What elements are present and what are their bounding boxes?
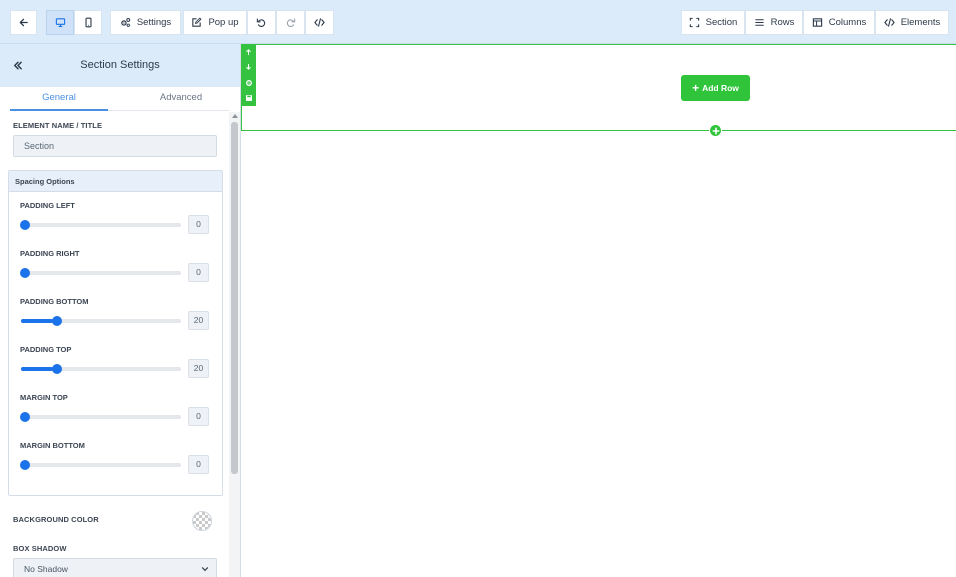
slider-label: MARGIN TOP	[20, 393, 68, 402]
slider-fill	[21, 367, 53, 371]
add-row-label: Add Row	[702, 83, 739, 93]
settings-sidebar: Section Settings General Advanced ELEMEN…	[0, 44, 241, 577]
arrow-left-icon	[19, 18, 28, 27]
slider-track[interactable]	[21, 316, 181, 326]
slider-value-input[interactable]: 0	[188, 263, 209, 282]
slider-track[interactable]	[20, 412, 181, 422]
columns-button[interactable]: Columns	[803, 10, 875, 35]
redo-button[interactable]	[276, 10, 305, 35]
slider-label: PADDING BOTTOM	[20, 297, 89, 306]
mobile-view-button[interactable]	[74, 10, 102, 35]
box-shadow-select[interactable]: No Shadow	[13, 558, 217, 577]
rows-icon	[754, 19, 764, 26]
slider-label: PADDING RIGHT	[20, 249, 80, 258]
slider-label: PADDING LEFT	[20, 201, 75, 210]
plus-icon: +	[692, 81, 700, 95]
plus-circle-icon	[712, 127, 719, 134]
code-icon	[314, 18, 325, 27]
sidebar-header: Section Settings	[0, 44, 240, 87]
slider-track[interactable]	[20, 460, 181, 470]
slider-label: PADDING TOP	[20, 345, 72, 354]
desktop-icon	[55, 18, 65, 27]
element-name-label: ELEMENT NAME / TITLE	[13, 121, 103, 130]
columns-icon	[812, 18, 822, 27]
arrow-down-icon	[246, 63, 251, 70]
slider-knob[interactable]	[52, 364, 62, 374]
save-icon	[245, 94, 252, 101]
slider-knob[interactable]	[52, 316, 62, 326]
save-section-button[interactable]	[241, 90, 256, 105]
slider-knob[interactable]	[20, 268, 30, 278]
elements-button[interactable]: Elements	[875, 10, 949, 35]
section-toolbar	[241, 44, 256, 106]
popup-label: Pop up	[208, 17, 239, 28]
columns-label: Columns	[828, 17, 867, 28]
tab-general[interactable]: General	[10, 88, 108, 111]
add-row-button[interactable]: + Add Row	[681, 75, 750, 101]
redo-icon	[286, 18, 296, 27]
background-color-picker[interactable]	[192, 511, 212, 531]
box-shadow-value: No Shadow	[24, 564, 68, 574]
settings-label: Settings	[136, 17, 172, 28]
slider-knob[interactable]	[20, 460, 30, 470]
rows-button[interactable]: Rows	[745, 10, 803, 35]
edit-icon	[192, 17, 202, 27]
slider-knob[interactable]	[20, 412, 30, 422]
undo-icon	[256, 18, 266, 27]
slider-track[interactable]	[20, 220, 181, 230]
rows-label: Rows	[770, 17, 795, 28]
box-shadow-label: BOX SHADOW	[13, 544, 67, 553]
popup-button[interactable]: Pop up	[183, 10, 247, 35]
slider-value-input[interactable]: 20	[188, 359, 209, 378]
move-down-button[interactable]	[241, 59, 256, 74]
top-toolbar: Settings Pop up Section Rows Columns Ele…	[0, 0, 956, 44]
desktop-view-button[interactable]	[46, 10, 74, 35]
spacing-options-title: Spacing Options	[9, 171, 222, 192]
section-outline[interactable]	[241, 44, 956, 131]
section-button[interactable]: Section	[681, 10, 745, 35]
chevron-down-icon	[201, 567, 209, 572]
back-button[interactable]	[10, 10, 37, 35]
slider-track[interactable]	[20, 268, 181, 278]
undo-button[interactable]	[247, 10, 276, 35]
add-section-button[interactable]	[709, 124, 722, 137]
section-label: Section	[705, 17, 738, 28]
element-name-input[interactable]: Section	[13, 135, 217, 157]
expand-icon	[689, 17, 699, 28]
arrow-up-icon	[246, 48, 251, 55]
scrollbar-thumb[interactable]	[231, 122, 238, 474]
slider-value-input[interactable]: 0	[188, 455, 209, 474]
sidebar-scrollbar[interactable]	[229, 112, 240, 577]
slider-track[interactable]	[21, 364, 181, 374]
settings-tabs: General Advanced	[10, 88, 230, 111]
elements-label: Elements	[900, 17, 941, 28]
slider-fill	[21, 319, 53, 323]
slider-knob[interactable]	[20, 220, 30, 230]
mobile-icon	[84, 17, 92, 28]
sidebar-title: Section Settings	[80, 59, 160, 71]
scroll-up-arrow-icon[interactable]	[232, 114, 238, 118]
slider-value-input[interactable]: 20	[188, 311, 209, 330]
gear-icon	[245, 79, 252, 86]
slider-value-input[interactable]: 0	[188, 215, 209, 234]
slider-label: MARGIN BOTTOM	[20, 441, 85, 450]
settings-button[interactable]: Settings	[110, 10, 181, 35]
code-button[interactable]	[305, 10, 334, 35]
section-settings-button[interactable]	[241, 75, 256, 90]
code-icon	[884, 18, 895, 27]
tab-advanced[interactable]: Advanced	[132, 88, 230, 111]
move-up-button[interactable]	[241, 44, 256, 59]
gears-icon	[121, 17, 131, 27]
background-color-label: BACKGROUND COLOR	[13, 515, 99, 524]
slider-value-input[interactable]: 0	[188, 407, 209, 426]
